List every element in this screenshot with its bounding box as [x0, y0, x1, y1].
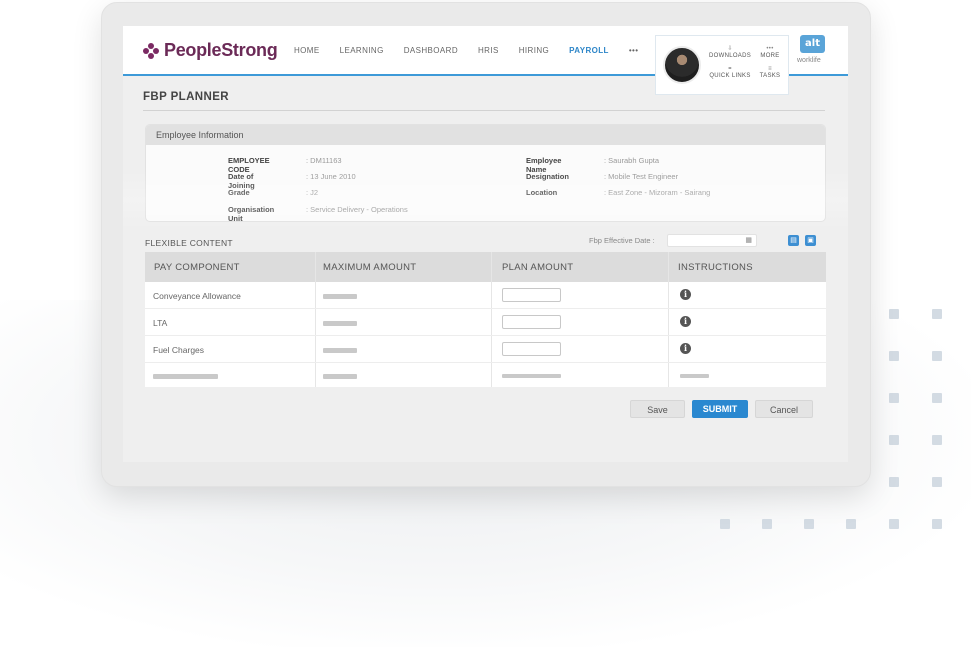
field-value: : Mobile Test Engineer: [604, 172, 679, 181]
calendar-icon[interactable]: ▦: [745, 236, 752, 244]
table-row: Conveyance Allowance i: [145, 282, 826, 309]
link-icon: ⚭: [727, 66, 733, 72]
field-value: : Service Delivery - Operations: [306, 205, 408, 214]
more-dots-icon: •••: [766, 46, 774, 52]
plan-amount-input[interactable]: [502, 288, 561, 302]
page-title: FBP PLANNER: [143, 91, 229, 103]
col-pay-component: PAY COMPONENT: [154, 262, 240, 273]
nav-hris[interactable]: HRIS: [478, 46, 499, 55]
max-amount-placeholder: [323, 321, 357, 326]
main-nav: HOME LEARNING DASHBOARD HRIS HIRING PAYR…: [294, 46, 658, 55]
alt-worklife-label: worklife: [797, 57, 821, 64]
employee-info-panel: Employee Information EMPLOYEE CODE : DM1…: [145, 124, 826, 222]
document-icon[interactable]: ▤: [788, 235, 799, 246]
nav-hiring[interactable]: HIRING: [519, 46, 549, 55]
plan-amount-input[interactable]: [502, 342, 561, 356]
max-amount-placeholder: [323, 374, 357, 379]
table-header: PAY COMPONENT MAXIMUM AMOUNT PLAN AMOUNT…: [145, 252, 826, 282]
max-amount-placeholder: [323, 294, 357, 299]
field-value: : Saurabh Gupta: [604, 156, 660, 165]
field-label: Location: [526, 188, 558, 197]
tasks-link[interactable]: ≡ TASKS: [756, 66, 784, 79]
fbp-effective-date-label: Fbp Effective Date :: [589, 236, 655, 245]
nav-dashboard[interactable]: DASHBOARD: [404, 46, 458, 55]
user-quick-menu: ⇩ DOWNLOADS ••• MORE ⚭ QUICK LINKS ≡ TAS…: [655, 35, 789, 95]
table-row-placeholder: [145, 363, 826, 390]
field-label: Grade: [228, 188, 250, 197]
downloads-label: DOWNLOADS: [709, 53, 752, 59]
info-icon[interactable]: i: [680, 289, 691, 300]
fbp-effective-date-input[interactable]: ▦: [667, 234, 757, 247]
avatar[interactable]: [663, 46, 701, 84]
logo-text: PeopleStrong: [164, 40, 278, 60]
field-value: : DM11163: [306, 156, 342, 165]
pay-component-cell: Fuel Charges: [153, 345, 205, 355]
alt-worklife-badge[interactable]: alt: [800, 35, 825, 53]
field-value: : 13 June 2010: [306, 172, 356, 181]
fbp-table: PAY COMPONENT MAXIMUM AMOUNT PLAN AMOUNT…: [145, 252, 826, 387]
field-value: : J2: [306, 188, 319, 197]
app-screen: PeopleStrong HOME LEARNING DASHBOARD HRI…: [123, 26, 848, 462]
field-value: : East Zone - Mizoram - Sairang: [604, 188, 711, 197]
info-icon[interactable]: i: [680, 343, 691, 354]
peoplestrong-logo[interactable]: PeopleStrong: [143, 40, 278, 61]
table-row: Fuel Charges i: [145, 336, 826, 363]
submit-button[interactable]: SUBMIT: [692, 400, 748, 418]
downloads-link[interactable]: ⇩ DOWNLOADS: [709, 46, 751, 59]
nav-learning[interactable]: LEARNING: [340, 46, 384, 55]
pay-component-cell: LTA: [153, 318, 168, 328]
nav-payroll[interactable]: PAYROLL: [569, 46, 609, 55]
more-link[interactable]: ••• MORE: [756, 46, 784, 59]
field-label: Organisation Unit: [228, 205, 275, 222]
more-label: MORE: [760, 53, 780, 59]
cancel-button[interactable]: Cancel: [755, 400, 813, 418]
quick-links-label: QUICK LINKS: [709, 73, 751, 79]
download-icon: ⇩: [727, 46, 733, 52]
nav-more-ellipsis[interactable]: •••: [629, 46, 639, 55]
logo-flower-icon: [143, 42, 159, 59]
employee-info-header: Employee Information: [146, 125, 825, 145]
col-instructions: INSTRUCTIONS: [678, 262, 753, 273]
max-amount-placeholder: [323, 348, 357, 353]
save-button[interactable]: Save: [630, 400, 685, 418]
col-plan-amount: PLAN AMOUNT: [502, 262, 574, 273]
tasks-label: TASKS: [759, 73, 781, 79]
plan-amount-input[interactable]: [502, 315, 561, 329]
info-icon[interactable]: i: [680, 316, 691, 327]
quick-links-link[interactable]: ⚭ QUICK LINKS: [708, 66, 752, 79]
col-maximum-amount: MAXIMUM AMOUNT: [323, 262, 417, 273]
lock-icon[interactable]: ▣: [805, 235, 816, 246]
nav-home[interactable]: HOME: [294, 46, 320, 55]
instructions-placeholder: [680, 374, 709, 378]
component-placeholder: [153, 374, 218, 379]
flexible-content-title: FLEXIBLE CONTENT: [145, 238, 233, 248]
plan-amount-placeholder: [502, 374, 561, 378]
field-label: Designation: [526, 172, 569, 181]
table-row: LTA i: [145, 309, 826, 336]
title-divider: [143, 110, 825, 111]
pay-component-cell: Conveyance Allowance: [153, 291, 241, 301]
tasks-icon: ≡: [768, 66, 772, 72]
